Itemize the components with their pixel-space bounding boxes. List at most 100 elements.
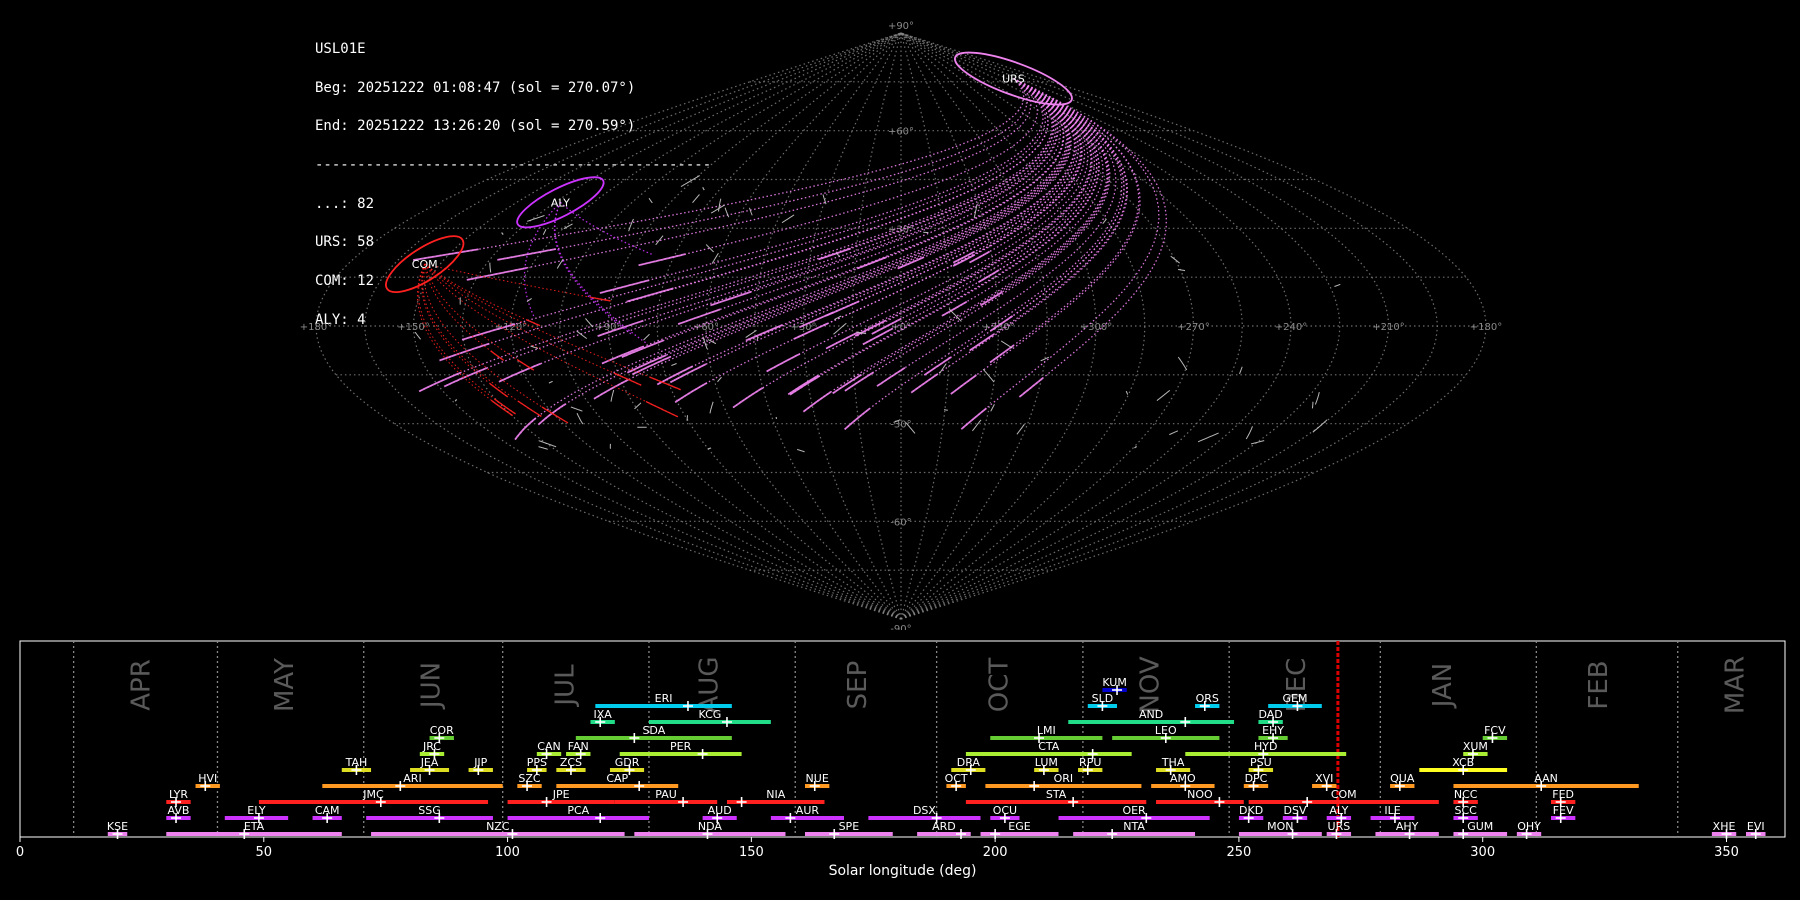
meteor-trail (570, 406, 583, 412)
shower-label-cor: COR (430, 724, 454, 737)
shower-label-urs: URS (1328, 820, 1351, 833)
shower-label-aly: ALY (1329, 804, 1348, 817)
meteor-trail (656, 78, 1076, 386)
meteor-trail (424, 263, 679, 418)
meteor-trail (990, 404, 995, 412)
month-label: JAN (1428, 663, 1458, 709)
shower-label-sda: SDA (642, 724, 665, 737)
shower-label-nta: NTA (1123, 820, 1145, 833)
meteor-trail (538, 446, 548, 450)
ra-tick-label: +240° (1275, 322, 1307, 333)
month-label: NOV (1136, 656, 1166, 713)
meteor-trail (643, 333, 650, 341)
shower-label-ari: ARI (403, 772, 421, 785)
shower-label-kcg: KCG (698, 708, 721, 721)
shower-label-szc: SZC (518, 772, 541, 785)
month-label: FEB (1584, 660, 1614, 709)
meteor-trail (553, 202, 633, 336)
meteor-trail (732, 387, 764, 409)
shower-timeline: APR MAY JUN JUL AUG SEP OCT NOV DEC JAN FEB MARKUME… (16, 640, 1786, 879)
shower-label-ely: ELY (247, 804, 266, 817)
month-label: JUN (416, 662, 446, 710)
meteor-trail (980, 291, 1003, 307)
meteor-trail (556, 258, 564, 269)
meteor-trail (674, 78, 1083, 403)
meteor-trail (1314, 391, 1320, 405)
meteor-trail (655, 235, 664, 246)
x-axis-label: Solar longitude (deg) (829, 863, 977, 879)
meteor-trail (538, 440, 557, 448)
x-tick-label: 200 (983, 845, 1008, 860)
meteor-trail (677, 78, 1062, 325)
meteor-trail (950, 374, 977, 395)
shower-label-avb: AVB (168, 804, 190, 817)
shower-label-dra: DRA (957, 756, 981, 769)
meteor-trail (799, 78, 1079, 328)
shower-label-cta: CTA (1038, 740, 1060, 753)
meteor-trails (413, 78, 1341, 453)
meteor-trail (802, 391, 832, 413)
shower-label-hvi: HVI (198, 772, 217, 785)
meteor-trail (416, 263, 513, 417)
meteor-trail (856, 78, 1065, 270)
shower-label-rpu: RPU (1079, 756, 1101, 769)
meteor-trail (718, 198, 722, 212)
meteor-trail (466, 266, 528, 281)
shower-label-aud: AUD (708, 804, 732, 817)
month-label: MAR (1721, 656, 1751, 714)
month-label: APR (126, 659, 156, 711)
meteor-trail (818, 247, 852, 261)
shower-label-fev: FEV (1553, 804, 1574, 817)
shower-label-xvi: XVI (1315, 772, 1333, 785)
shower-label-eri: ERI (655, 692, 673, 705)
shower-label-ehy: EHY (1262, 724, 1284, 737)
x-tick-label: 250 (1227, 845, 1252, 860)
shower-label-zcs: ZCS (560, 756, 582, 769)
meteor-trail (910, 78, 1129, 394)
meteor-trail (862, 78, 1098, 345)
radiant-label-urs: URS (1002, 73, 1025, 86)
x-tick-label: 300 (1470, 845, 1495, 860)
x-tick-label: 0 (16, 845, 24, 860)
shower-label-jea: JEA (420, 756, 439, 769)
meteor-trail (548, 380, 553, 384)
meteor-trail (797, 448, 805, 453)
shower-label-sta: STA (1046, 788, 1067, 801)
meteor-trail (793, 78, 1083, 340)
meteor-trail (834, 315, 842, 321)
shower-label-ocu: OCU (993, 804, 1017, 817)
radiants: URS COM ALY (385, 51, 1073, 293)
meteor-trail (1000, 340, 1013, 349)
shower-label-ors: ORS (1196, 692, 1219, 705)
dec-tick-label: +60° (888, 127, 914, 138)
shower-label-jpe: JPE (552, 788, 570, 801)
meteor-trail (516, 358, 535, 371)
shower-label-kse: KSE (107, 820, 128, 833)
meteor-trail (692, 194, 700, 204)
meteor-trail (628, 218, 634, 232)
meteor-trail (601, 78, 1065, 365)
meteor-trail (454, 399, 458, 402)
meteor-trail (989, 344, 1015, 364)
shower-label-eta: ETA (244, 820, 265, 833)
meteor-trail (789, 375, 821, 396)
meteor-trail (648, 197, 653, 204)
meteor-trail (876, 366, 906, 387)
month-label: OCT (985, 658, 1015, 713)
meteor-trail (989, 78, 1125, 332)
meteor-trail (542, 229, 547, 236)
shower-label-ohy: OHY (1517, 820, 1541, 833)
meteor-trail (1018, 377, 1044, 398)
shower-label-aan: AAN (1534, 772, 1558, 785)
shower-label-lyr: LYR (169, 788, 188, 801)
ra-tick-label: +180° (1470, 322, 1502, 333)
ra-tick-label: +30° (790, 322, 816, 333)
meteor-trail (494, 398, 516, 415)
meteor-trail (590, 296, 611, 302)
shower-label-nda: NDA (698, 820, 723, 833)
meteor-trail (1311, 401, 1314, 409)
meteor-trail (707, 447, 712, 450)
meteor-trail (832, 373, 862, 395)
shower-label-dsv: DSV (1284, 804, 1307, 817)
meteor-trail (439, 342, 490, 362)
